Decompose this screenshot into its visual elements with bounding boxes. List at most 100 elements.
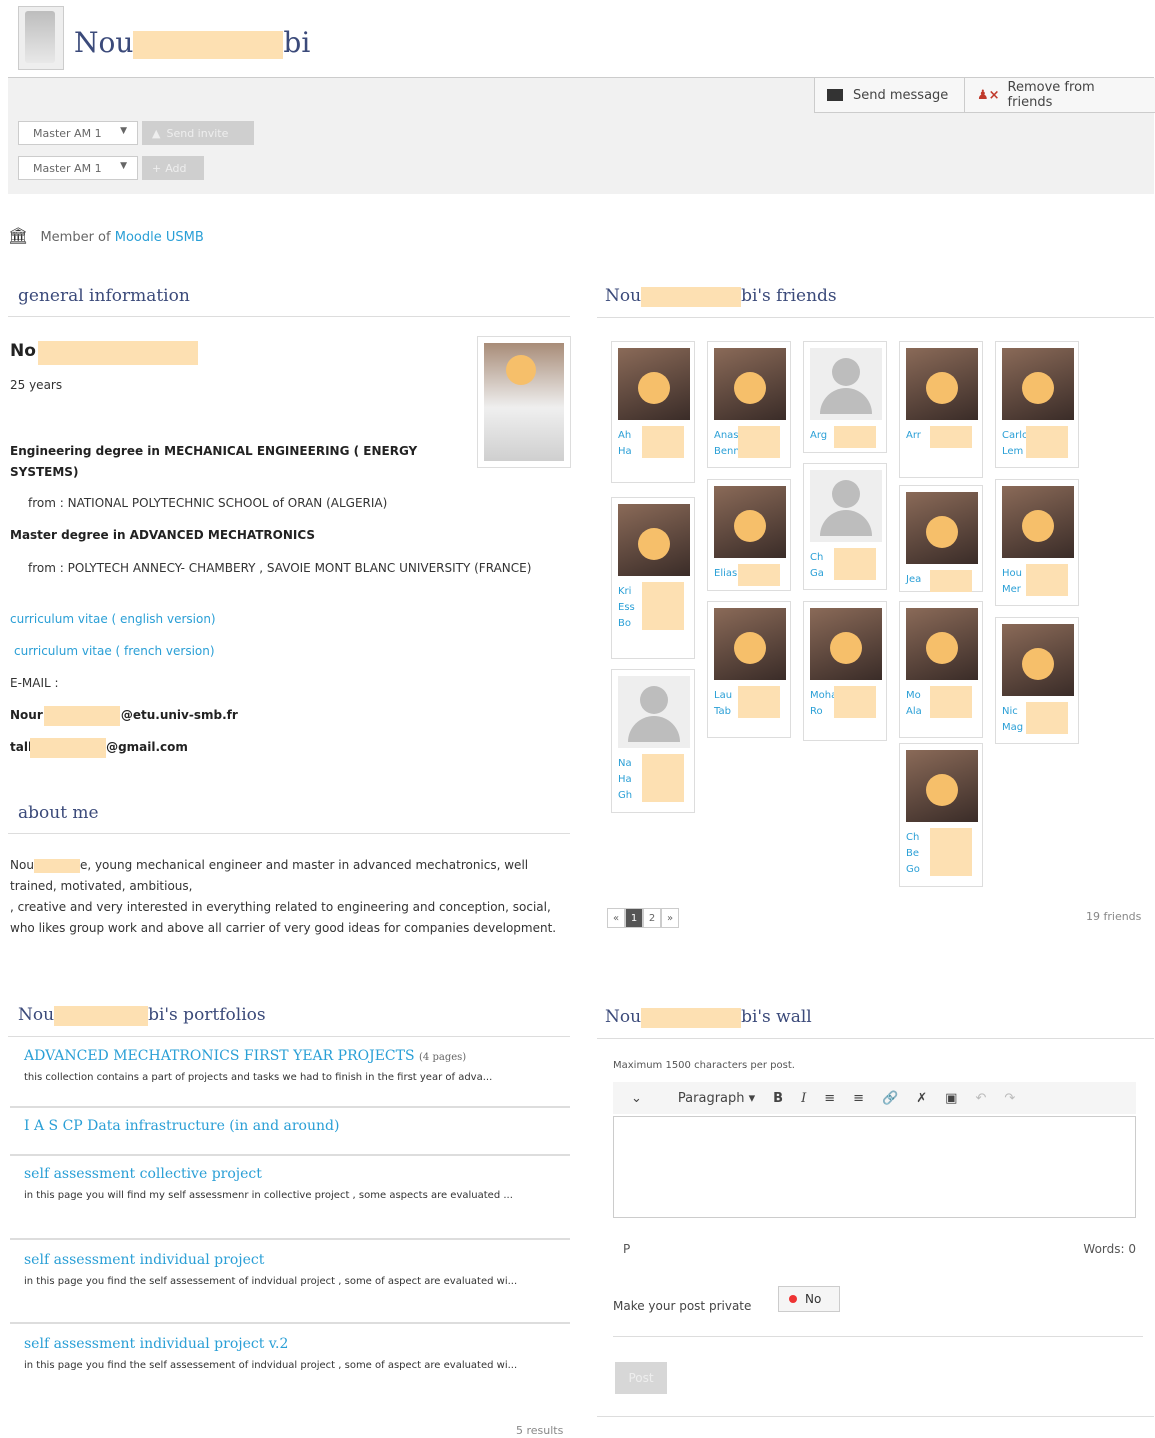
pager-page-2[interactable]: 2 — [643, 908, 661, 928]
friend-name[interactable]: Anas — [714, 428, 739, 444]
numbered-list-icon[interactable]: ≡ — [853, 1091, 864, 1106]
chevron-down-icon: ▼ — [120, 161, 127, 171]
pager-next[interactable]: » — [661, 908, 679, 928]
friend-name[interactable]: Nic — [1002, 704, 1018, 720]
friend-photo — [906, 750, 978, 822]
friend-name[interactable]: Lau — [714, 688, 732, 704]
friend-name[interactable]: Mag — [1002, 720, 1023, 736]
friend-photo — [618, 504, 690, 576]
redo-icon[interactable]: ↷ — [1004, 1091, 1015, 1106]
friend-card[interactable]: Ah Ha — [611, 341, 695, 483]
membership-line: 🏛 Member of Moodle USMB — [8, 226, 204, 245]
friend-name[interactable]: Arg — [810, 428, 827, 444]
friend-name[interactable]: Ala — [906, 704, 922, 720]
status-dot-icon — [789, 1295, 797, 1303]
word-count: Words: 0 — [1083, 1242, 1136, 1256]
friend-name[interactable]: Na — [618, 756, 632, 772]
friend-name[interactable]: Ga — [810, 566, 824, 582]
friend-photo — [810, 608, 882, 680]
friend-name[interactable]: Be — [906, 846, 919, 862]
friend-card[interactable]: Elias Sarkis — [707, 479, 791, 591]
friend-name[interactable]: Jea — [906, 572, 921, 588]
post-button[interactable]: Post — [615, 1362, 667, 1394]
unlink-icon[interactable]: ✗ — [916, 1091, 927, 1106]
friend-name[interactable]: Go — [906, 862, 920, 878]
group-link[interactable]: Moodle USMB — [115, 230, 204, 245]
degree-1-school: from : NATIONAL POLYTECHNIC SCHOOL of OR… — [28, 496, 388, 510]
friend-name[interactable]: Gh — [618, 788, 632, 804]
default-avatar-icon — [810, 348, 882, 420]
page-title: Nou bi — [74, 26, 311, 59]
friend-name[interactable]: Bo — [618, 616, 631, 632]
portfolio-item: self assessment individual project in th… — [10, 1252, 570, 1324]
portfolio-link[interactable]: self assessment individual project — [24, 1252, 570, 1268]
friend-card[interactable]: Carlos PerezLem — [995, 341, 1079, 468]
friend-photo — [618, 348, 690, 420]
group-select[interactable]: Master AM 1 ▼ — [18, 156, 138, 180]
friend-card[interactable]: Arr — [899, 341, 983, 478]
image-icon[interactable]: ▣ — [945, 1091, 957, 1106]
degree-2: Master degree in ADVANCED MECHATRONICS — [10, 528, 316, 542]
friend-name[interactable]: Ch — [810, 550, 823, 566]
portfolio-link[interactable]: self assessment individual project v.2 — [24, 1336, 570, 1352]
friend-card[interactable]: Ch Be Go — [899, 743, 983, 887]
friend-card[interactable]: Arg — [803, 341, 887, 453]
undo-icon[interactable]: ↶ — [975, 1091, 986, 1106]
friend-name[interactable]: Hou — [1002, 566, 1022, 582]
remove-friend-button[interactable]: ♟× Remove from friends — [964, 78, 1155, 113]
friend-name[interactable]: Tab — [714, 704, 731, 720]
friends-heading: Nou bi's friends — [597, 286, 1154, 318]
send-message-button[interactable]: Send message — [814, 78, 969, 113]
friend-card[interactable]: Hou Mer — [995, 479, 1079, 606]
about-text: Nou e, young mechanical engineer and mast… — [10, 858, 557, 935]
friend-name[interactable]: Ch — [906, 830, 919, 846]
friend-card[interactable]: Jea — [899, 485, 983, 592]
friend-name[interactable]: Arr — [906, 428, 921, 444]
cv-english-link[interactable]: curriculum vitae ( english version) — [10, 612, 216, 626]
friend-photo — [714, 608, 786, 680]
editor-status-bar: P Words: 0 — [613, 1234, 1136, 1264]
private-post-toggle[interactable]: No — [778, 1286, 840, 1312]
friend-card[interactable]: Na Ha Gh — [611, 669, 695, 813]
friend-card[interactable]: Nic Mag — [995, 617, 1079, 744]
friend-name[interactable]: Ha — [618, 444, 632, 460]
friend-card[interactable]: Lau Tab — [707, 601, 791, 738]
friend-name[interactable]: Ro — [810, 704, 823, 720]
institution-select[interactable]: Master AM 1 ▼ — [18, 121, 138, 145]
friend-card[interactable]: Mo Ala — [899, 601, 983, 738]
friend-card[interactable]: Anas Bennouk — [707, 341, 791, 468]
pager-page-1[interactable]: 1 — [625, 908, 643, 928]
pager-prev[interactable]: « — [607, 908, 625, 928]
friend-name[interactable]: Lem — [1002, 444, 1023, 460]
friend-photo — [714, 486, 786, 558]
friend-name[interactable]: Kri — [618, 584, 631, 600]
portfolio-item: self assessment collective project in th… — [10, 1166, 570, 1240]
bold-icon[interactable]: B — [773, 1091, 783, 1106]
friend-name[interactable]: Ha — [618, 772, 632, 788]
portfolio-link[interactable]: ADVANCED MECHATRONICS FIRST YEAR PROJECT… — [24, 1048, 570, 1064]
institution-icon: 🏛 — [8, 226, 29, 245]
send-invite-button[interactable]: ▲ Send invite — [142, 121, 254, 145]
friend-name[interactable]: Ah — [618, 428, 631, 444]
portfolio-link[interactable]: I A S CP Data infrastructure (in and aro… — [24, 1118, 570, 1134]
friend-card[interactable]: MohamedRo — [803, 601, 887, 741]
friend-name[interactable]: Mo — [906, 688, 921, 704]
wall-post-editor[interactable] — [613, 1116, 1136, 1218]
portfolio-item: ADVANCED MECHATRONICS FIRST YEAR PROJECT… — [10, 1048, 570, 1108]
bullet-list-icon[interactable]: ≡ — [824, 1091, 835, 1106]
portfolio-link[interactable]: self assessment collective project — [24, 1166, 570, 1182]
italic-icon[interactable]: I — [801, 1091, 806, 1106]
friend-name[interactable]: Ess — [618, 600, 635, 616]
profile-toolbar: Send message ♟× Remove from friends Mast… — [8, 77, 1155, 194]
remove-user-icon: ♟× — [977, 87, 1000, 103]
add-button[interactable]: + Add — [142, 156, 204, 180]
friend-name[interactable]: Mer — [1002, 582, 1021, 598]
friend-card[interactable]: Kri Ess Bo — [611, 497, 695, 659]
plus-icon: + — [152, 161, 162, 175]
toggle-toolbar-icon[interactable]: ⌄ — [631, 1091, 642, 1106]
link-icon[interactable]: 🔗 — [882, 1091, 898, 1106]
cv-french-link[interactable]: curriculum vitae ( french version) — [14, 644, 215, 658]
friend-card[interactable]: Ch Ga — [803, 463, 887, 590]
format-select[interactable]: Paragraph ▾ — [660, 1091, 755, 1106]
user-avatar — [18, 6, 64, 70]
